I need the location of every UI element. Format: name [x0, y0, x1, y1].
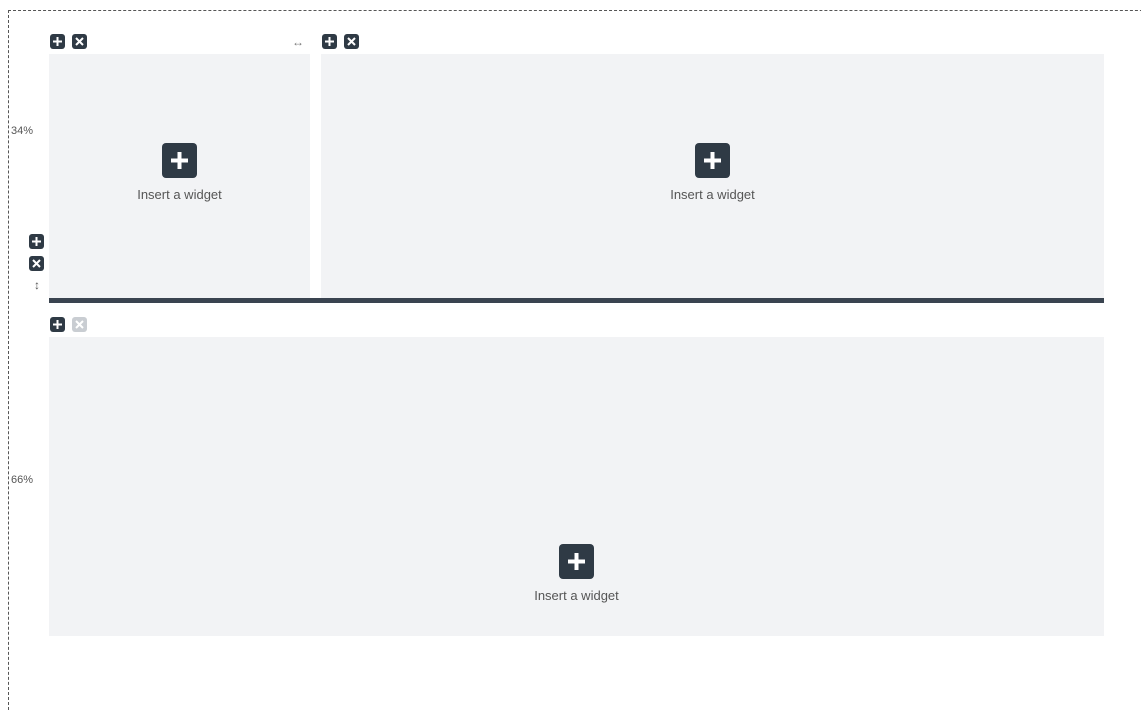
plus-icon: [325, 37, 334, 46]
delete-column-button[interactable]: [72, 34, 87, 49]
insert-widget-area[interactable]: Insert a widget: [49, 143, 310, 202]
add-column-button[interactable]: [322, 34, 337, 49]
close-icon: [75, 37, 84, 46]
insert-widget-button[interactable]: [559, 544, 594, 579]
insert-widget-label: Insert a widget: [670, 187, 755, 202]
widget-slot[interactable]: Insert a widget: [49, 337, 1104, 636]
horizontal-resize-icon[interactable]: ↔: [289, 34, 307, 50]
insert-widget-button[interactable]: [695, 143, 730, 178]
row-divider[interactable]: [49, 298, 1104, 303]
delete-row-button[interactable]: [29, 256, 44, 271]
plus-icon: [53, 37, 62, 46]
insert-widget-area[interactable]: Insert a widget: [49, 544, 1104, 603]
insert-widget-button[interactable]: [162, 143, 197, 178]
plus-icon: [32, 237, 41, 246]
insert-widget-label: Insert a widget: [137, 187, 222, 202]
vertical-resize-icon[interactable]: ↕: [30, 276, 44, 294]
add-row-button[interactable]: [29, 234, 44, 249]
row-height-label: 66%: [11, 474, 34, 486]
plus-icon: [704, 152, 721, 169]
add-column-button[interactable]: [50, 34, 65, 49]
insert-widget-area[interactable]: Insert a widget: [321, 143, 1104, 202]
plus-icon: [171, 152, 188, 169]
plus-icon: [53, 320, 62, 329]
row-height-label: 34%: [11, 125, 34, 137]
delete-column-button: [72, 317, 87, 332]
delete-column-button[interactable]: [344, 34, 359, 49]
close-icon: [75, 320, 84, 329]
insert-widget-label: Insert a widget: [534, 588, 619, 603]
add-column-button[interactable]: [50, 317, 65, 332]
widget-slot[interactable]: Insert a widget: [321, 54, 1104, 298]
close-icon: [347, 37, 356, 46]
close-icon: [32, 259, 41, 268]
plus-icon: [568, 553, 585, 570]
widget-slot[interactable]: Insert a widget: [49, 54, 310, 298]
